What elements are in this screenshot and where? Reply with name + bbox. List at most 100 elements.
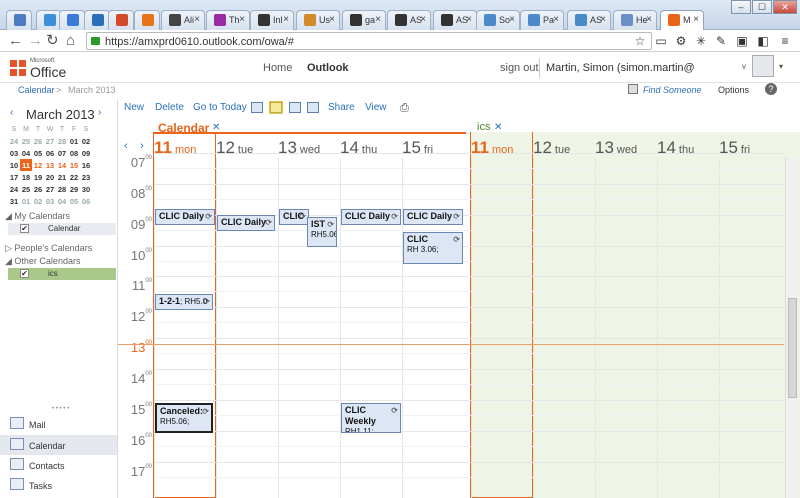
extension-icon[interactable]: ◧ [756,34,770,48]
mini-calendar-title[interactable]: March 2013 [26,107,95,122]
nav-home-link[interactable]: Home [263,62,292,74]
mini-calendar-day[interactable]: 23 [80,171,92,183]
vertical-scrollbar[interactable] [785,158,798,498]
mini-calendar-day[interactable]: 14 [56,159,68,171]
checkbox-ics[interactable]: ✔ [20,269,29,278]
calendar-list-item[interactable]: ✔ Calendar [8,223,116,235]
calendar-event[interactable]: CLIC Daily ⟳ [217,215,275,231]
print-icon[interactable]: ⎙ [400,102,409,115]
mini-calendar-day[interactable]: 28 [56,183,68,195]
browser-tab[interactable]: AS × [567,10,611,30]
mini-calendar-day[interactable]: 08 [68,147,80,159]
close-tab-icon[interactable]: × [466,14,472,25]
prev-month-icon[interactable]: ‹ [10,107,13,118]
day-column[interactable] [471,158,533,498]
close-tab-icon[interactable]: × [693,14,699,25]
ics-list-item[interactable]: ✔ ics [8,268,116,280]
mini-calendar-day[interactable]: 22 [68,171,80,183]
mini-calendar-day[interactable]: 07 [56,147,68,159]
browser-tab[interactable]: Ali × [161,10,205,30]
browser-tab[interactable]: × [134,10,160,30]
mini-calendar-day[interactable]: 01 [20,195,32,207]
home-icon[interactable]: ⌂ [66,33,75,48]
peoples-calendars-header[interactable]: ▷ People's Calendars [5,243,92,254]
mini-calendar-day[interactable]: 09 [80,147,92,159]
calendar-event[interactable]: 1-2-1; RH5.0 ⟳ [155,294,213,310]
mini-calendar-day[interactable]: 29 [68,183,80,195]
browser-tab[interactable]: AS × [387,10,431,30]
star-icon[interactable]: ☆ [633,34,647,48]
calendar-event[interactable]: CLIC WeeklyRH1.11; Martin, ⟳ [341,403,401,433]
day-column[interactable] [533,158,595,498]
calendar-event[interactable]: Canceled: RH5.06; ⟳ [155,403,213,433]
day-header-right[interactable]: 12 tue [533,138,570,158]
day-header-left[interactable]: 15 fri [402,138,433,158]
close-tab-icon[interactable]: × [329,14,335,25]
mini-calendar-day[interactable]: 12 [32,159,44,171]
mini-calendar-day[interactable]: 19 [32,171,44,183]
reload-icon[interactable]: ↻ [46,33,59,48]
day-column[interactable] [719,158,781,498]
mini-calendar-day[interactable]: 18 [20,171,32,183]
dropper-icon[interactable]: ✎ [714,34,728,48]
extension-card-icon[interactable]: ▭ [654,34,668,48]
mini-calendar-day[interactable]: 20 [44,171,56,183]
close-tab-icon[interactable]: × [646,14,652,25]
sign-out-link[interactable]: sign out [500,62,539,74]
next-week-icon[interactable]: › [140,140,144,152]
close-tab-icon[interactable]: × [375,14,381,25]
options-menu[interactable]: Options [718,85,749,95]
mini-calendar-day[interactable]: 03 [44,195,56,207]
mini-calendar-day[interactable]: 30 [80,183,92,195]
window-close-button[interactable]: ✕ [773,0,797,14]
close-tab-icon[interactable]: × [553,14,559,25]
mini-calendar-day[interactable]: 27 [44,135,56,147]
mini-calendar-day[interactable]: 24 [8,135,20,147]
mini-calendar-day[interactable]: 26 [32,135,44,147]
browser-tab[interactable]: So × [476,10,520,30]
mini-calendar-day[interactable]: 11 [20,159,32,171]
new-button[interactable]: New [124,102,144,113]
avatar[interactable] [752,55,774,77]
day-header-right[interactable]: 15 fri [719,138,750,158]
address-book-icon[interactable] [628,84,638,94]
other-calendars-header[interactable]: ◢ Other Calendars [5,256,80,267]
browser-tab[interactable]: × [6,10,32,30]
day-header-left[interactable]: 13 wed [278,138,320,158]
browser-tab[interactable]: × [84,10,110,30]
mini-calendar-day[interactable]: 04 [20,147,32,159]
browser-tab[interactable]: AS × [433,10,477,30]
close-tab-icon[interactable]: × [600,14,606,25]
mini-calendar-day[interactable]: 15 [68,159,80,171]
calendar-event[interactable]: CLIC RH 3.06; ⟳ [403,232,463,264]
user-name[interactable]: Martin, Simon (simon.martin@ [546,62,695,74]
day-column[interactable] [595,158,657,498]
window-maximize-button[interactable]: ☐ [752,0,772,14]
browser-tab[interactable]: × [59,10,85,30]
gear-icon[interactable]: ⚙ [674,34,688,48]
browser-tab[interactable]: Th × [206,10,250,30]
view-menu[interactable]: View [365,102,387,113]
browser-tab[interactable]: × [108,10,134,30]
scrollbar-thumb[interactable] [788,298,797,398]
day-header-left[interactable]: 14 thu [340,138,377,158]
mini-calendar-day[interactable]: 24 [8,183,20,195]
mini-calendar-day[interactable]: 26 [32,183,44,195]
prev-week-icon[interactable]: ‹ [124,140,128,152]
calendar-event[interactable]: CLIC Daily ⟳ [341,209,401,225]
checkbox-calendar[interactable]: ✔ [20,224,29,233]
mini-calendar-day[interactable]: 04 [56,195,68,207]
mini-calendar-day[interactable]: 03 [8,147,20,159]
browser-tab[interactable]: Inl × [250,10,294,30]
day-header-right[interactable]: 13 wed [595,138,637,158]
pane-resize-handle[interactable]: • • • • • [52,406,69,412]
url-field[interactable]: https://amxprd0610.outlook.com/owa/# [86,32,652,50]
close-tab-icon[interactable]: × [283,14,289,25]
day-column[interactable] [657,158,719,498]
day-view-icon[interactable] [251,102,263,113]
close-tab-icon[interactable]: × [420,14,426,25]
chevron-down-icon[interactable]: v [742,62,746,71]
share-menu[interactable]: Share [328,102,355,113]
month-view-icon[interactable] [307,102,319,113]
mini-calendar-day[interactable]: 17 [8,171,20,183]
